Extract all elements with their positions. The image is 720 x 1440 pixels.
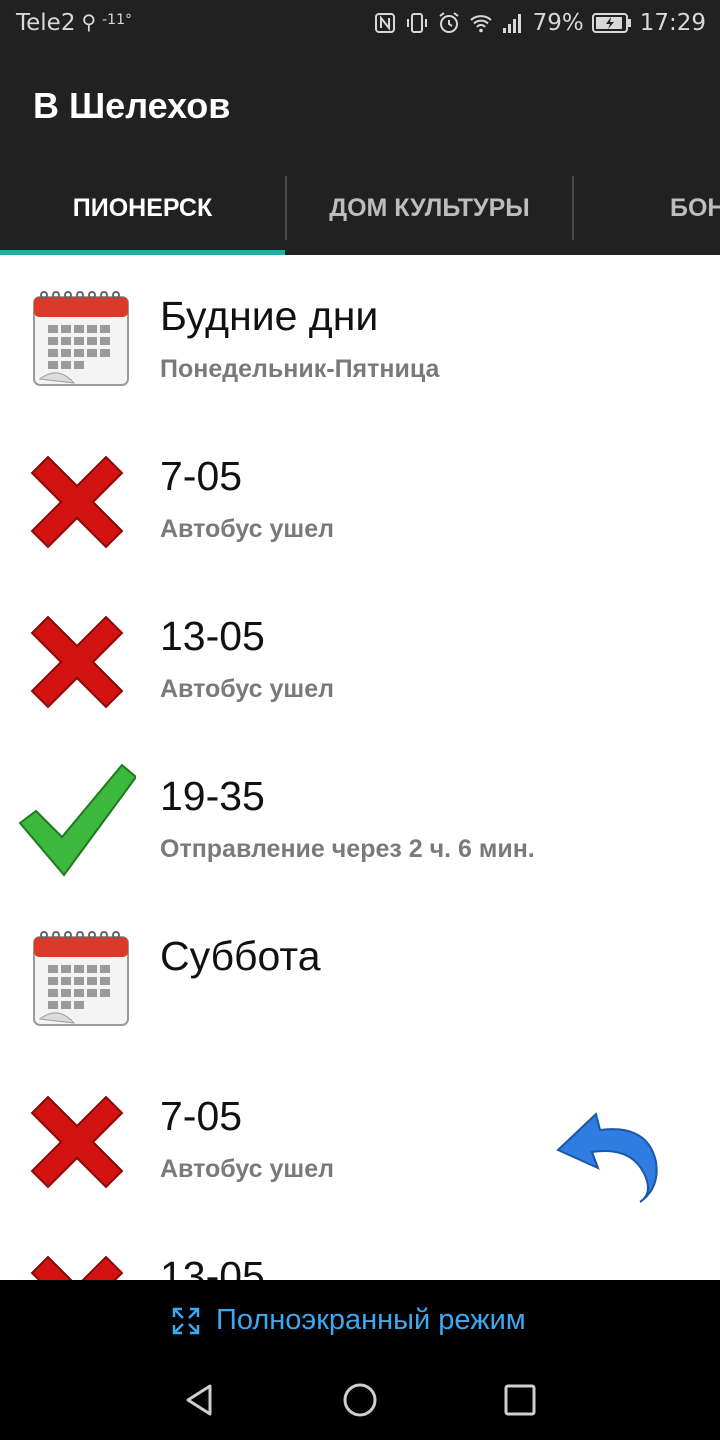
item-subtitle: Понедельник-Пятница	[160, 355, 440, 383]
departure-time: 13-05	[160, 613, 265, 659]
battery-icon	[591, 13, 631, 33]
wifi-icon	[469, 15, 492, 33]
fullscreen-label: Полноэкранный режим	[216, 1304, 526, 1336]
departure-time: 13-05	[160, 1253, 265, 1280]
clock: 17:29	[639, 10, 706, 36]
home-nav-icon[interactable]	[340, 1380, 380, 1420]
bottom-bar: Полноэкранный режим	[0, 1280, 720, 1440]
tab-bon[interactable]: БОН	[574, 176, 720, 255]
undo-icon[interactable]	[556, 1106, 662, 1206]
status-bar-right: 79% 17:29	[373, 10, 706, 36]
battery-percent: 79%	[532, 10, 584, 36]
vibrate-icon	[406, 13, 427, 33]
alarm-icon	[438, 12, 459, 33]
tab-bar: ПИОНЕРСК ДОМ КУЛЬТУРЫ БОН	[0, 176, 720, 255]
app-bar: В Шелехов ПИОНЕРСК ДОМ КУЛЬТУРЫ БОН	[0, 48, 720, 255]
red-x-icon	[30, 1255, 124, 1280]
carrier-label: Tele2	[16, 10, 76, 36]
green-check-icon	[18, 763, 136, 877]
departure-time: 19-35	[160, 773, 265, 819]
departure-status: Автобус ушел	[160, 675, 335, 703]
recents-nav-icon[interactable]	[500, 1380, 540, 1420]
status-bar-left: Tele2 ⚲ -11°	[16, 10, 132, 36]
calendar-icon	[33, 931, 129, 1026]
expand-icon	[172, 1307, 200, 1334]
departure-status: Отправление через 2 ч. 6 мин.	[160, 835, 535, 863]
page-title: В Шелехов	[33, 85, 231, 126]
item-title: Будние дни	[160, 293, 379, 339]
red-x-icon	[30, 615, 124, 709]
departure-status: Автобус ушел	[160, 1155, 335, 1183]
list-item[interactable]: Суббота	[0, 895, 720, 1055]
calendar-icon	[33, 291, 129, 386]
list-item[interactable]: Будние дни Понедельник-Пятница	[0, 255, 720, 415]
item-title: Суббота	[160, 933, 321, 979]
list-item[interactable]: 7-05 Автобус ушел	[0, 415, 720, 575]
fullscreen-button[interactable]: Полноэкранный режим	[170, 1304, 526, 1337]
back-nav-icon[interactable]	[180, 1380, 220, 1420]
nfc-icon	[374, 13, 395, 33]
temperature-label: -11°	[102, 12, 132, 28]
list-item[interactable]: 13-05 Автобус ушел	[0, 575, 720, 735]
list-item[interactable]: 19-35 Отправление через 2 ч. 6 мин.	[0, 735, 720, 895]
departure-status: Автобус ушел	[160, 515, 335, 543]
tab-pionersk[interactable]: ПИОНЕРСК	[0, 176, 285, 255]
tab-dom-kultury[interactable]: ДОМ КУЛЬТУРЫ	[287, 176, 572, 255]
red-x-icon	[30, 455, 124, 549]
status-bar: Tele2 ⚲ -11° 79% 17:29	[0, 0, 720, 48]
usb-icon: ⚲	[81, 10, 97, 34]
red-x-icon	[30, 1095, 124, 1189]
departure-time: 7-05	[160, 1093, 243, 1139]
signal-icon	[502, 14, 521, 33]
list-item[interactable]: 13-05	[0, 1215, 720, 1280]
departure-time: 7-05	[160, 453, 243, 499]
